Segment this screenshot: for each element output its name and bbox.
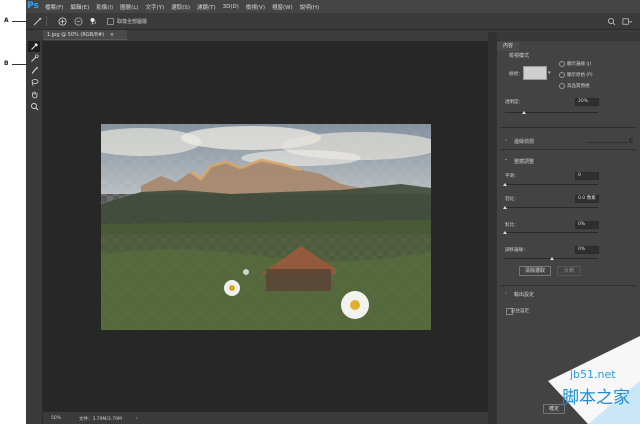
feather-slider-knob[interactable] (503, 206, 507, 209)
feather-label: 羽化： (505, 197, 519, 202)
panel-tab-bar: 內容 (497, 32, 640, 51)
divider (501, 285, 636, 286)
output-settings-section[interactable]: 輸出設定 (514, 291, 534, 298)
edge-detection-chevron-icon[interactable]: › (505, 138, 507, 143)
menu-type[interactable]: 文字(Y) (146, 3, 165, 11)
refine-edge-brush-icon[interactable] (28, 53, 40, 64)
show-edge-label: 顯示邊緣 (J) (567, 62, 592, 67)
opacity-field[interactable]: 20% (575, 98, 599, 106)
lasso-tool-icon[interactable] (28, 77, 40, 88)
document-tab[interactable]: 1.jpg @ 50% (RGB/8#) × (43, 30, 127, 40)
panel-dock-strip (488, 32, 497, 424)
opacity-slider[interactable] (505, 112, 598, 113)
contrast-slider-knob[interactable] (503, 231, 507, 234)
contrast-slider[interactable] (505, 232, 598, 233)
divider (501, 149, 636, 150)
feather-slider[interactable] (505, 207, 598, 208)
options-bar: 取樣全部圖層 (26, 13, 640, 30)
view-mode-thumbnail[interactable] (523, 66, 547, 80)
remember-settings-label: 記住設定 (511, 309, 529, 314)
menu-layer[interactable]: 圖層(L) (120, 3, 138, 11)
view-mode-dropdown-icon[interactable]: ▾ (548, 70, 551, 76)
callout-c-line (586, 142, 628, 143)
show-original-radio[interactable] (559, 72, 565, 78)
clear-selection-button[interactable]: 清除選取 (519, 266, 551, 276)
watermark-site: jb51.net (570, 368, 616, 381)
document-info: 文件：3.79M/3.79M (79, 416, 122, 422)
small-daisy (224, 280, 240, 296)
global-refinements-title[interactable]: 整體調整 (514, 158, 534, 165)
menu-image[interactable]: 影像(I) (96, 3, 113, 11)
menu-select[interactable]: 選取(S) (171, 3, 190, 11)
opacity-label: 透明度： (505, 100, 523, 105)
global-refinements-chevron-icon[interactable]: ⌄ (504, 157, 508, 162)
divider (501, 127, 636, 128)
brush-tool-icon[interactable] (28, 65, 40, 76)
opacity-slider-knob[interactable] (521, 111, 526, 114)
sample-all-layers-checkbox[interactable] (107, 17, 114, 25)
quick-selection-tool-icon[interactable] (28, 41, 40, 52)
shift-edge-field[interactable]: 0% (575, 246, 599, 254)
zoom-tool-icon[interactable] (28, 101, 40, 112)
callout-c: C (629, 138, 634, 145)
daisy-flower (341, 291, 369, 319)
view-mode-title: 檢視模式 (509, 53, 530, 59)
tab-properties[interactable]: 內容 (497, 42, 520, 51)
document-image[interactable] (101, 124, 431, 330)
canvas-area[interactable] (43, 41, 513, 411)
tools-panel (26, 38, 43, 424)
document-tab-label: 1.jpg @ 50% (RGB/8#) (47, 32, 105, 38)
subtract-from-selection-icon[interactable] (73, 16, 83, 26)
menu-window[interactable]: 視窗(W) (272, 3, 293, 11)
callout-a: A (4, 17, 9, 24)
contrast-field[interactable]: 0% (575, 221, 599, 229)
close-tab-icon[interactable]: × (110, 32, 114, 38)
brush-preset-icon[interactable] (32, 16, 42, 26)
shift-edge-label: 調移邊緣： (505, 248, 528, 253)
invert-button[interactable]: 反轉 (557, 266, 581, 276)
status-bar: 50% 文件：3.79M/3.79M › (43, 411, 513, 424)
watermark-jb51: jb51.net 脚本之家 (548, 336, 640, 424)
show-original-label: 顯示原始 (P) (567, 73, 593, 78)
smooth-slider[interactable] (505, 184, 598, 185)
search-icon[interactable] (606, 16, 616, 26)
menu-help[interactable]: 說明(H) (300, 3, 319, 11)
menu-3d[interactable]: 3D(D) (223, 4, 239, 10)
menu-view[interactable]: 檢視(V) (246, 3, 265, 11)
photoshop-logo: Ps (27, 1, 39, 11)
menu-file[interactable]: 檔案(F) (45, 3, 63, 11)
smooth-slider-knob[interactable] (503, 183, 507, 186)
workspace-icon[interactable] (622, 16, 632, 26)
divider (46, 16, 47, 26)
menu-filter[interactable]: 濾鏡(T) (197, 3, 216, 11)
menu-bar: Ps 檔案(F) 編輯(E) 影像(I) 圖層(L) 文字(Y) 選取(S) 濾… (26, 0, 640, 13)
menu-edit[interactable]: 編輯(E) (70, 3, 89, 11)
feather-field[interactable]: 0.0 像素 (575, 195, 599, 203)
output-settings-chevron-icon[interactable]: › (505, 291, 507, 296)
contrast-label: 對比： (505, 223, 519, 228)
add-to-selection-icon[interactable] (57, 16, 67, 26)
smooth-label: 平滑： (505, 174, 519, 179)
hand-tool-icon[interactable] (28, 89, 40, 100)
landscape-photo (101, 124, 431, 330)
brush-size-value: 13 (91, 20, 97, 25)
show-edge-radio[interactable] (559, 61, 565, 67)
sample-all-layers-label: 取樣全部圖層 (117, 18, 148, 25)
edge-detection-section[interactable]: 邊緣偵測 (514, 138, 534, 145)
high-quality-preview-label: 高品質預視 (567, 84, 590, 89)
callout-b: B (4, 60, 9, 67)
smooth-field[interactable]: 0 (575, 172, 599, 180)
high-quality-preview-radio[interactable] (559, 83, 565, 89)
zoom-level[interactable]: 50% (51, 416, 61, 421)
view-label: 檢視： (509, 72, 523, 77)
status-arrow-icon[interactable]: › (136, 416, 138, 421)
watermark-name: 脚本之家 (562, 388, 630, 408)
shift-edge-slider-knob[interactable] (549, 257, 554, 260)
